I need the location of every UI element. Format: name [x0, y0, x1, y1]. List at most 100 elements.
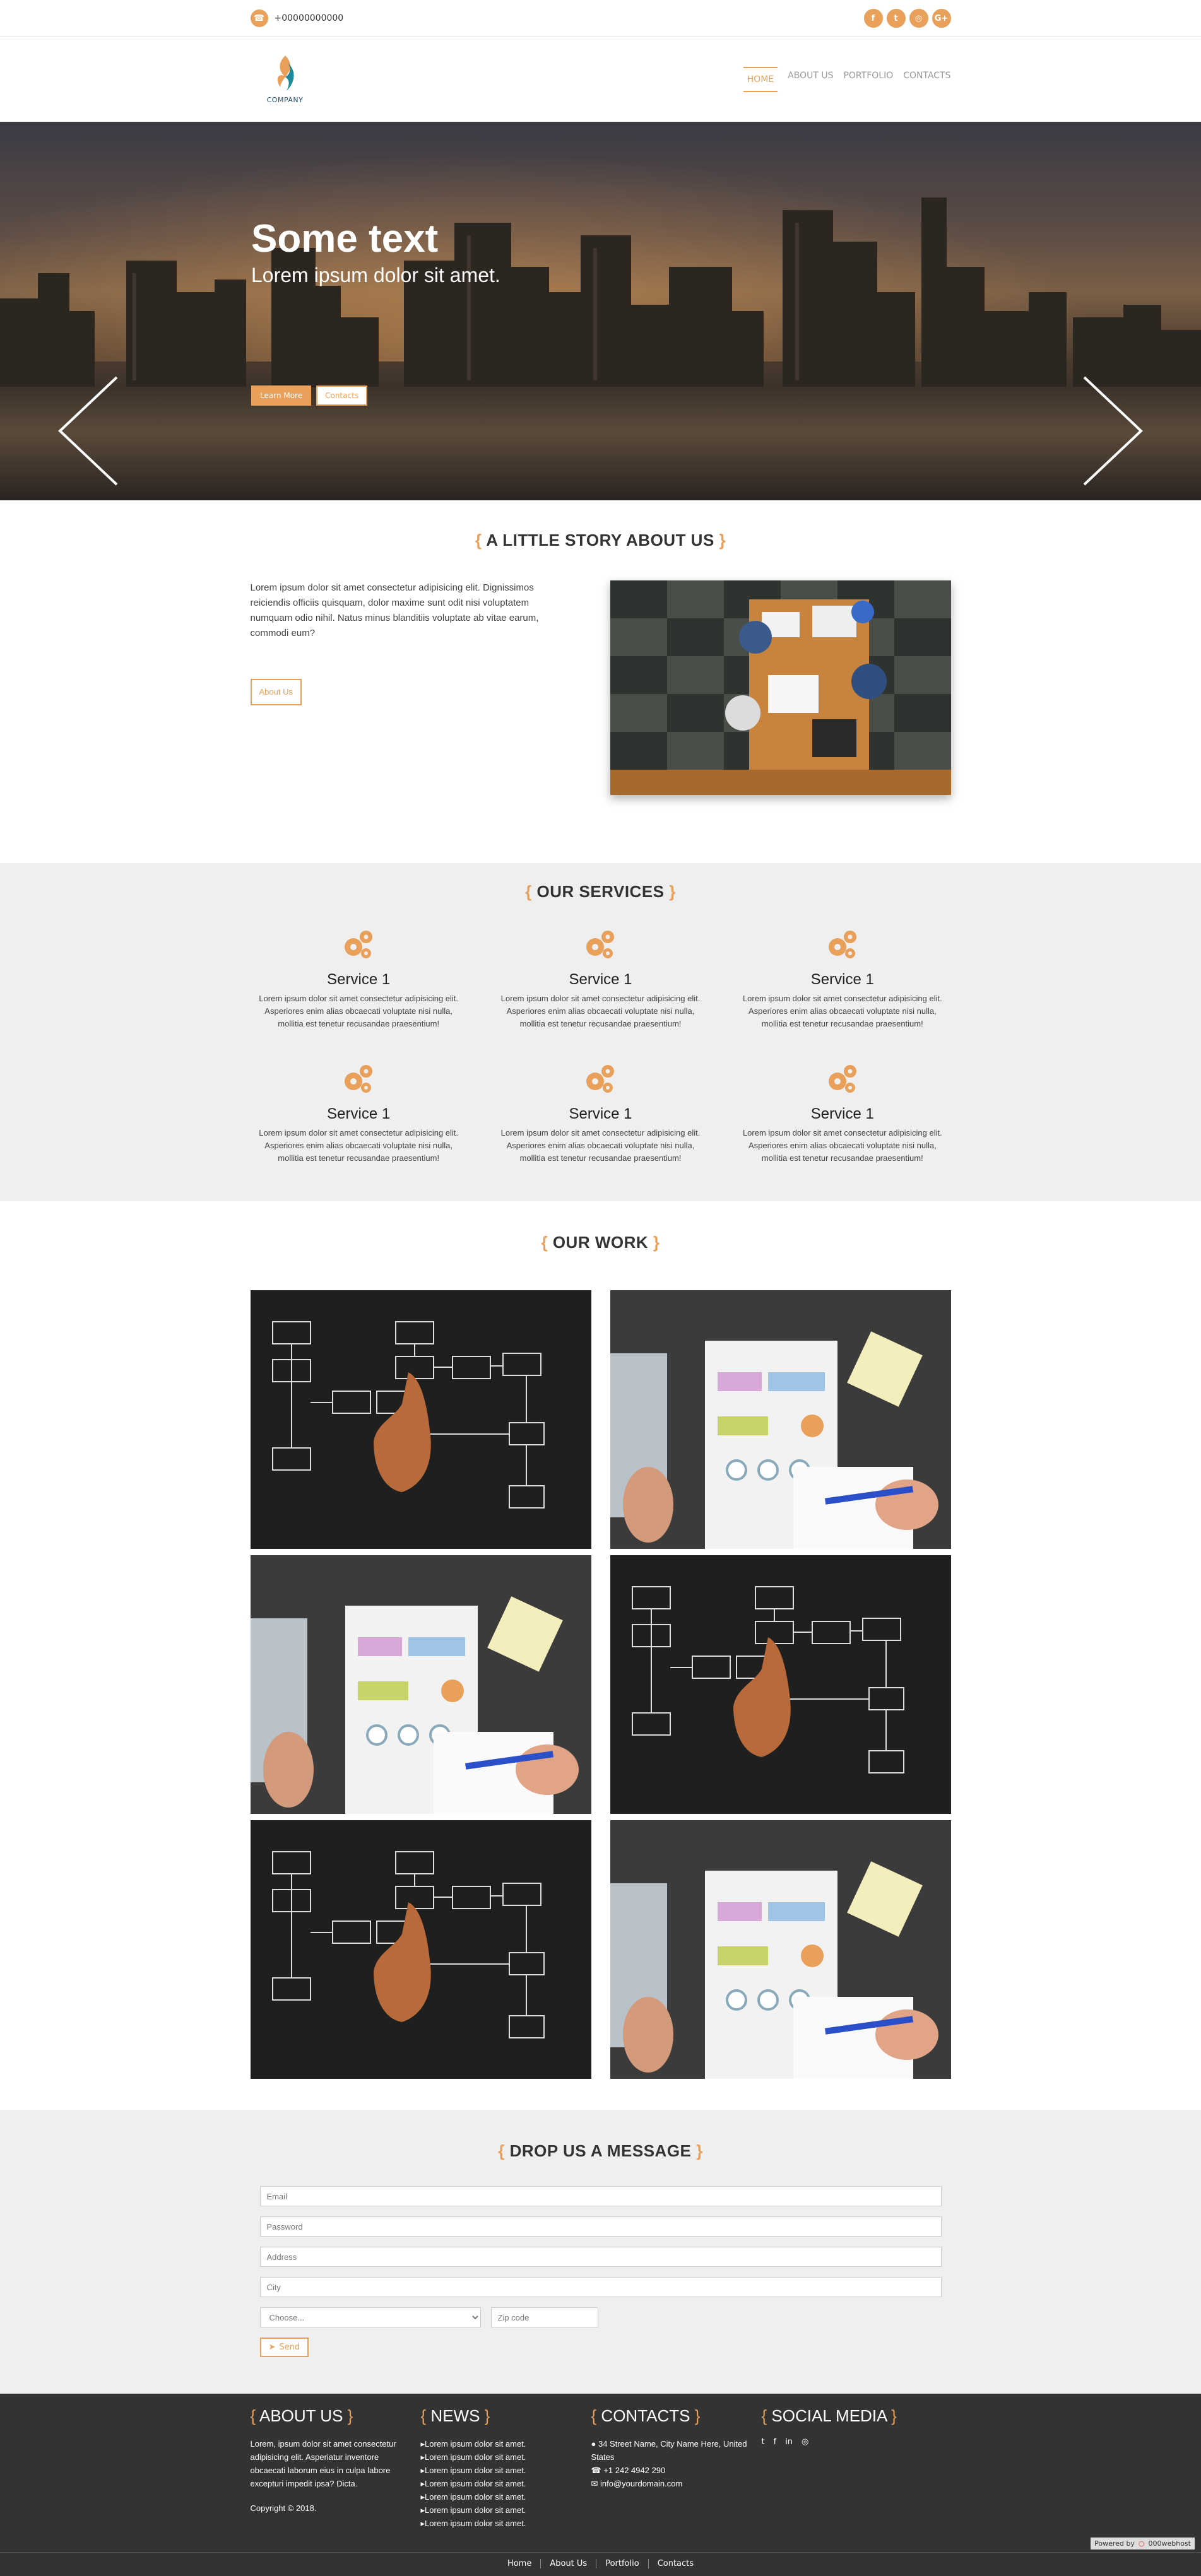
- services-grid: Service 1 Lorem ipsum dolor sit amet con…: [251, 926, 951, 1194]
- phone-number[interactable]: +00000000000: [275, 13, 344, 23]
- google-plus-icon[interactable]: G+: [932, 9, 951, 28]
- portfolio-item-charts[interactable]: [610, 1820, 951, 2079]
- nav-portfolio[interactable]: PORTFOLIO: [843, 67, 893, 92]
- top-bar: ☎ +00000000000 f t ◎ G+: [0, 0, 1201, 37]
- service-text: Lorem ipsum dolor sit amet consectetur a…: [500, 1128, 701, 1163]
- instagram-icon[interactable]: ◎: [909, 9, 928, 28]
- contacts-button[interactable]: Contacts: [316, 385, 368, 406]
- gears-icon: [345, 931, 373, 958]
- learn-more-button[interactable]: Learn More: [251, 385, 312, 406]
- service-name: Service 1: [810, 971, 874, 988]
- map-marker-icon: ●: [591, 2439, 598, 2449]
- footer-link-portfolio[interactable]: Portfolio: [596, 2559, 648, 2568]
- footer-link-contacts[interactable]: Contacts: [648, 2559, 702, 2568]
- news-item[interactable]: Lorem ipsum dolor sit amet.: [421, 2490, 585, 2503]
- footer-contacts-title: { CONTACTS }: [591, 2406, 701, 2425]
- portfolio-item-flowchart[interactable]: [610, 1555, 951, 1814]
- send-button[interactable]: ➤ Send: [259, 2338, 309, 2357]
- service-name: Service 1: [569, 1105, 632, 1122]
- portfolio-item-charts[interactable]: [610, 1290, 951, 1549]
- gears-icon: [586, 931, 615, 958]
- service-text: Lorem ipsum dolor sit amet consectetur a…: [259, 1128, 459, 1163]
- powered-by-badge[interactable]: Powered by ○ 000webhost: [1091, 2538, 1195, 2550]
- service-text: Lorem ipsum dolor sit amet consectetur a…: [259, 994, 459, 1028]
- gears-icon: [828, 1065, 856, 1093]
- portfolio-item-flowchart[interactable]: [250, 1820, 591, 2079]
- password-field[interactable]: [259, 2216, 942, 2237]
- about-us-button[interactable]: About Us: [250, 679, 302, 705]
- footer-about-text: Lorem, ipsum dolor sit amet consectetur …: [250, 2439, 396, 2488]
- about-text: Lorem ipsum dolor sit amet consectetur a…: [250, 582, 539, 638]
- zip-code-field[interactable]: [490, 2307, 598, 2327]
- footer-phone[interactable]: ☎ +1 242 4942 290: [591, 2464, 755, 2477]
- services-title: { OUR SERVICES }: [525, 882, 676, 901]
- choose-select[interactable]: Choose...: [259, 2307, 481, 2327]
- portfolio-grid: [250, 1290, 951, 2079]
- footer-email[interactable]: ✉ info@yourdomain.com: [591, 2477, 755, 2490]
- about-section: { A LITTLE STORY ABOUT US } Lorem ipsum …: [0, 500, 1201, 863]
- main-nav: HOME ABOUT US PORTFOLIO CONTACTS: [743, 66, 951, 92]
- footer: { ABOUT US } Lorem, ipsum dolor sit amet…: [0, 2394, 1201, 2552]
- email-field[interactable]: [259, 2186, 942, 2206]
- linkedin-icon[interactable]: in: [785, 2437, 793, 2447]
- footer-about-title: { ABOUT US }: [250, 2406, 353, 2425]
- logo-text: COMPANY: [266, 96, 304, 104]
- gears-icon: [828, 931, 856, 958]
- gears-icon: [586, 1065, 615, 1093]
- services-section: { OUR SERVICES } Service 1 Lorem ipsum d…: [0, 863, 1201, 1201]
- webhost-logo-icon: ○: [1138, 2539, 1145, 2548]
- message-form: Choose... ➤ Send: [259, 2186, 942, 2357]
- contact-section: { DROP US A MESSAGE } Choose... ➤ Send: [0, 2110, 1201, 2394]
- news-item[interactable]: Lorem ipsum dolor sit amet.: [421, 2477, 585, 2490]
- footer-link-about-us[interactable]: About Us: [540, 2559, 596, 2568]
- service-name: Service 1: [327, 971, 391, 988]
- city-field[interactable]: [259, 2277, 942, 2297]
- hero-water: [0, 387, 1201, 500]
- footer-nav: Home About Us Portfolio Contacts: [0, 2553, 1201, 2568]
- gears-icon: [345, 1065, 373, 1093]
- service-card: Service 1 Lorem ipsum dolor sit amet con…: [251, 926, 467, 1060]
- service-card: Service 1 Lorem ipsum dolor sit amet con…: [492, 926, 709, 1060]
- twitter-icon[interactable]: t: [762, 2437, 765, 2447]
- header: COMPANY HOME ABOUT US PORTFOLIO CONTACTS: [0, 37, 1201, 122]
- service-name: Service 1: [569, 971, 632, 988]
- instagram-icon[interactable]: ◎: [802, 2437, 808, 2447]
- about-title: { A LITTLE STORY ABOUT US }: [475, 531, 726, 550]
- hero-caption: Some text Lorem ipsum dolor sit amet.: [251, 216, 500, 287]
- portfolio-item-charts[interactable]: [250, 1555, 591, 1814]
- news-item[interactable]: Lorem ipsum dolor sit amet.: [421, 2517, 585, 2530]
- phone-info: ☎ +00000000000: [250, 9, 344, 27]
- facebook-icon[interactable]: f: [774, 2437, 777, 2447]
- company-logo[interactable]: COMPANY: [263, 51, 307, 108]
- service-card: Service 1 Lorem ipsum dolor sit amet con…: [734, 926, 950, 1060]
- address-field[interactable]: [259, 2247, 942, 2267]
- powered-brand: 000webhost: [1148, 2539, 1192, 2548]
- footer-contacts: { CONTACTS } ● 34 Street Name, City Name…: [591, 2406, 755, 2530]
- hero-carousel: Some text Lorem ipsum dolor sit amet. Le…: [0, 122, 1201, 500]
- news-item[interactable]: Lorem ipsum dolor sit amet.: [421, 2437, 585, 2450]
- nav-about-us[interactable]: ABOUT US: [788, 67, 833, 92]
- carousel-prev-arrow-icon[interactable]: [57, 374, 120, 488]
- contact-title: { DROP US A MESSAGE }: [498, 2141, 703, 2160]
- service-card: Service 1 Lorem ipsum dolor sit amet con…: [492, 1060, 709, 1194]
- work-section: { OUR WORK }: [0, 1201, 1201, 2110]
- footer-about: { ABOUT US } Lorem, ipsum dolor sit amet…: [251, 2406, 415, 2530]
- portfolio-item-flowchart[interactable]: [250, 1290, 591, 1549]
- twitter-icon[interactable]: t: [886, 9, 906, 28]
- nav-home[interactable]: HOME: [743, 66, 778, 92]
- news-item[interactable]: Lorem ipsum dolor sit amet.: [421, 2450, 585, 2464]
- news-item[interactable]: Lorem ipsum dolor sit amet.: [421, 2503, 585, 2517]
- footer-link-home[interactable]: Home: [499, 2559, 540, 2568]
- service-name: Service 1: [327, 1105, 391, 1122]
- footer-address: ● 34 Street Name, City Name Here, United…: [591, 2439, 747, 2462]
- nav-contacts[interactable]: CONTACTS: [903, 67, 950, 92]
- hero-title: Some text: [251, 217, 439, 261]
- meeting-photo: [610, 580, 951, 795]
- carousel-next-arrow-icon[interactable]: [1081, 374, 1144, 488]
- copyright: Copyright © 2018.: [250, 2503, 317, 2513]
- phone-icon: ☎: [591, 2466, 604, 2475]
- facebook-icon[interactable]: f: [863, 9, 883, 28]
- footer-social: { SOCIAL MEDIA } t f in ◎: [762, 2406, 926, 2530]
- social-links: f t ◎ G+: [863, 9, 951, 28]
- news-item[interactable]: Lorem ipsum dolor sit amet.: [421, 2464, 585, 2477]
